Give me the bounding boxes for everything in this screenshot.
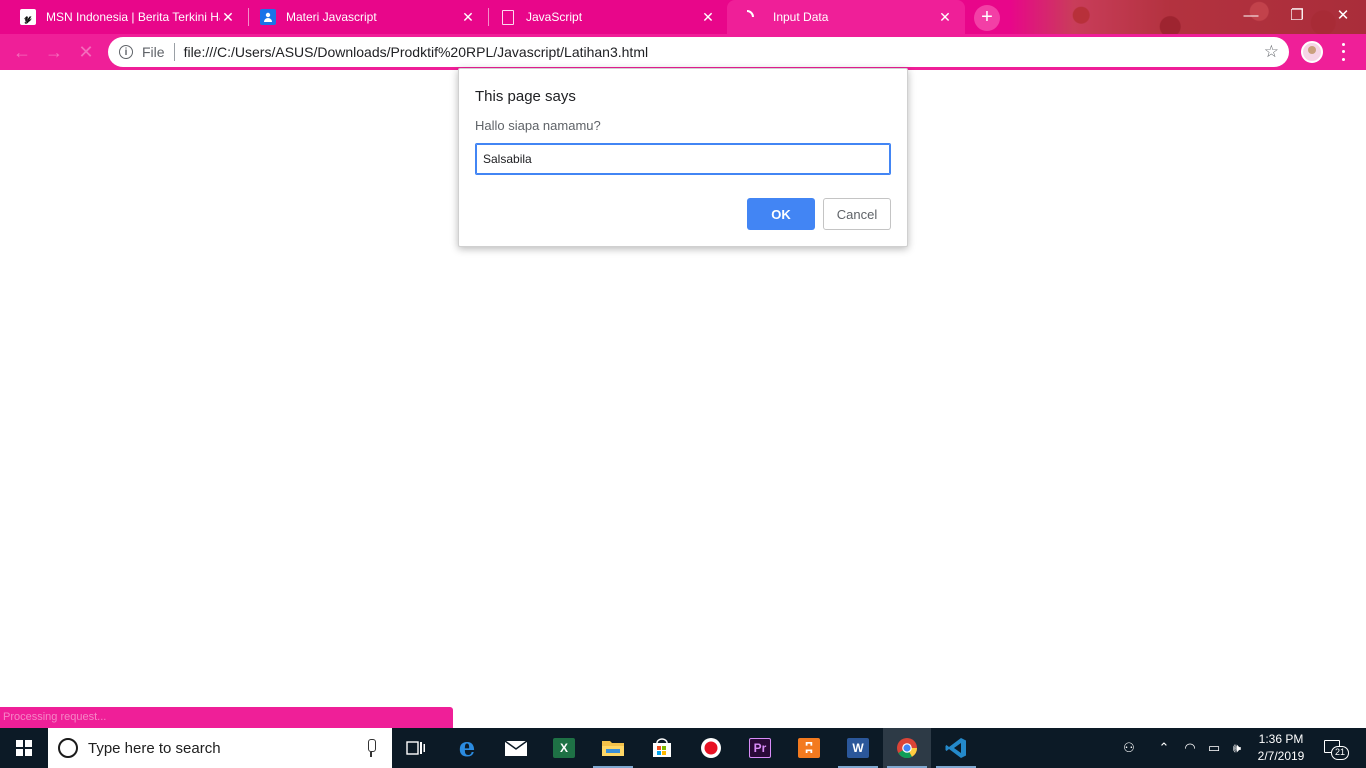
address-bar[interactable]: i File file:///C:/Users/ASUS/Downloads/P… [108,37,1289,67]
vscode-icon[interactable] [932,728,980,768]
taskbar: Type here to search e X Pr ʭ W ⚇ ⌃ ◠ ▭ 🕪… [0,728,1366,768]
stop-button[interactable]: ✕ [72,38,100,66]
prompt-dialog: This page says Hallo siapa namamu? OK Ca… [458,68,908,247]
omnibox-divider [173,43,175,61]
tab-input-data[interactable]: Input Data ✕ [727,0,965,34]
tab-javascript[interactable]: JavaScript ✕ [488,0,728,34]
dialog-title: This page says [475,88,576,105]
notification-count-badge: 21 [1331,746,1349,760]
xampp-icon[interactable]: ʭ [785,728,833,768]
action-center-icon[interactable]: 21 [1320,736,1349,760]
cortana-icon[interactable] [58,738,78,758]
restore-button[interactable]: ❐ [1274,0,1320,30]
url-text[interactable]: file:///C:/Users/ASUS/Downloads/Prodktif… [184,44,649,60]
forward-button[interactable]: → [40,38,68,66]
bookmark-star-icon[interactable]: ☆ [1264,42,1279,62]
volume-icon[interactable]: 🕪 [1226,728,1248,768]
clock-date: 2/7/2019 [1257,749,1305,763]
prompt-input[interactable] [475,143,891,175]
profile-avatar[interactable] [1301,41,1323,63]
document-icon [500,9,516,25]
close-tab-icon[interactable]: ✕ [460,9,476,25]
search-placeholder: Type here to search [88,740,221,757]
ok-button[interactable]: OK [747,198,815,230]
classroom-icon [260,9,276,25]
windows-icon [16,740,32,756]
scheme-label: File [142,44,165,60]
cancel-button[interactable]: Cancel [823,198,891,230]
store-icon[interactable] [638,728,686,768]
clock[interactable]: 1:36 PM 2/7/2019 [1248,731,1314,765]
edge-icon[interactable]: e [443,728,491,768]
tab-materi-javascript[interactable]: Materi Javascript ✕ [248,0,488,34]
recorder-icon[interactable] [687,728,735,768]
tab-msn[interactable]: 𝓎 MSN Indonesia | Berita Terkini Ha ✕ [8,0,248,34]
loading-icon [739,9,755,25]
close-window-button[interactable]: ✕ [1320,0,1366,30]
file-explorer-icon[interactable] [589,728,637,768]
new-tab-button[interactable]: + [974,5,1000,31]
taskbar-search[interactable]: Type here to search [48,728,392,768]
close-tab-icon[interactable]: ✕ [700,9,716,25]
task-view-icon[interactable] [392,728,440,768]
tab-title: MSN Indonesia | Berita Terkini Ha [46,10,220,24]
tab-title: JavaScript [526,10,583,24]
dialog-message: Hallo siapa namamu? [475,118,601,133]
close-tab-icon[interactable]: ✕ [937,9,953,25]
tab-title: Input Data [773,10,829,24]
minimize-button[interactable]: — [1228,0,1274,30]
mail-icon[interactable] [492,728,540,768]
menu-icon[interactable] [1338,41,1348,63]
status-bubble: Processing request... [0,707,453,728]
battery-icon[interactable]: ▭ [1203,728,1225,768]
microphone-icon[interactable] [366,739,376,757]
msn-icon: 𝓎 [20,9,36,25]
clock-time: 1:36 PM [1258,732,1304,746]
close-tab-icon[interactable]: ✕ [220,9,236,25]
wifi-icon[interactable]: ◠ [1179,728,1201,768]
back-button[interactable]: ← [8,38,36,66]
browser-toolbar: ← → ✕ i File file:///C:/Users/ASUS/Downl… [0,34,1366,70]
show-hidden-icons-chevron[interactable]: ⌃ [1153,728,1175,768]
start-button[interactable] [0,728,48,768]
word-icon[interactable]: W [834,728,882,768]
chrome-icon[interactable] [883,728,931,768]
premiere-icon[interactable]: Pr [736,728,784,768]
tab-title: Materi Javascript [286,10,377,24]
info-icon[interactable]: i [119,45,133,59]
people-icon[interactable]: ⚇ [1116,728,1142,768]
tab-strip: 𝓎 MSN Indonesia | Berita Terkini Ha ✕ Ma… [0,0,1366,38]
excel-icon[interactable]: X [540,728,588,768]
